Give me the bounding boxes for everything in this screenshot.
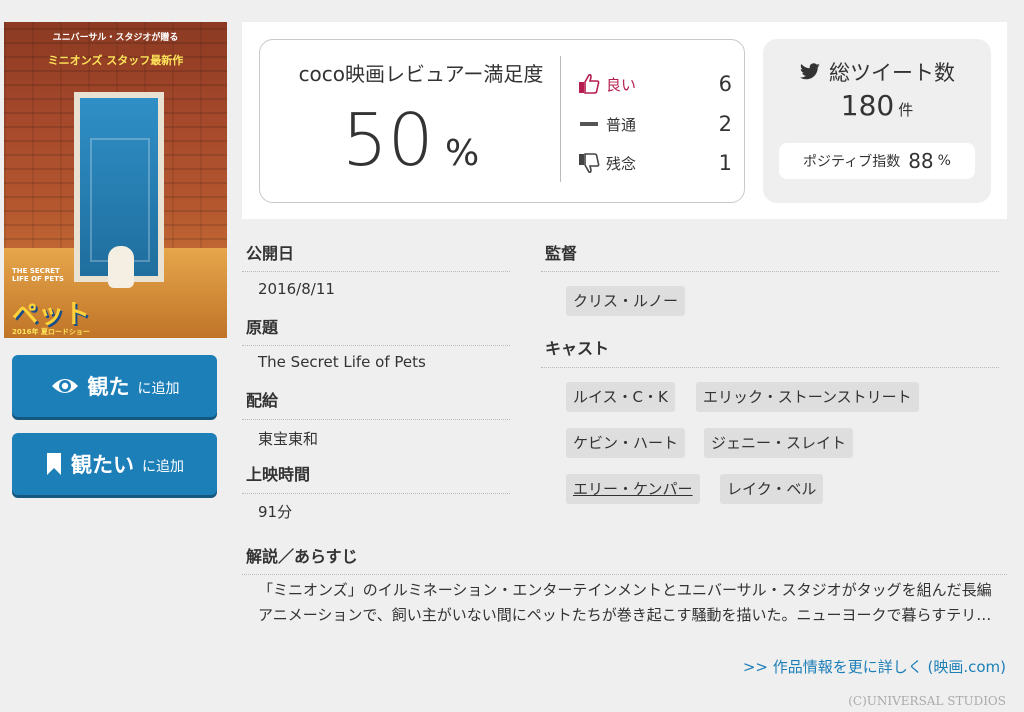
cast-name: ケビン・ハート [573,434,679,452]
add-watched-sub: に追加 [137,381,180,397]
satisfaction-percent: % [445,133,480,174]
vote-normal-count: 2 [718,112,732,136]
divider [242,419,510,420]
original-title-label: 原題 [246,318,279,337]
more-info-link[interactable]: >> 作品情報を更に詳しく (映画.com) [743,656,1006,677]
cast-tag[interactable]: エリック・ストーンストリート [696,382,919,412]
eye-icon [51,379,78,393]
original-title-value: The Secret Life of Pets [258,353,426,371]
director-name: クリス・ルノー [573,292,679,310]
cast-name: レイク・ベル [727,480,817,498]
cast-name: エリー・ケンパー [573,480,693,498]
director-label: 監督 [545,244,578,263]
rating-panel: coco映画レビュアー満足度 50 % 良い 6 普通 2 残念 1 総ツイート… [242,22,1007,219]
vote-normal-label: 普通 [606,115,637,134]
cast-tag[interactable]: ジェニー・スレイト [704,428,854,458]
synopsis-text: 「ミニオンズ」のイルミネーション・エンターテインメントとユニバーサル・スタジオが… [258,581,992,624]
positive-value: 88 [908,149,934,173]
satisfaction-value: 50 [342,98,434,182]
divider [242,345,510,346]
twitter-bird-icon [800,63,820,80]
cast-label: キャスト [545,339,610,358]
add-watched-button[interactable]: 観た に追加 [12,355,217,417]
positive-label: ポジティブ指数 [803,154,901,170]
add-want-label: 観たい [71,453,134,477]
thumbs-down-icon [578,153,600,173]
poster-tagline: ユニバーサル・スタジオが贈る [52,33,179,43]
divider [541,367,999,368]
poster-dog [108,246,134,288]
tweet-title-row: 総ツイート数 [763,57,991,87]
distributor-label: 配給 [246,391,279,410]
satisfaction-divider [560,56,561,182]
tweet-box: 総ツイート数 180 件 ポジティブ指数 88 % [763,39,991,203]
cast-tag[interactable]: レイク・ベル [720,474,824,504]
divider [541,271,999,272]
cast-name: エリック・ストーンストリート [703,388,912,406]
tweet-title: 総ツイート数 [829,61,955,85]
bookmark-icon [47,453,61,475]
thumbs-up-icon [578,74,600,94]
runtime-value: 91分 [258,503,293,521]
cast-tag[interactable]: エリー・ケンパー [566,474,700,504]
satisfaction-title: coco映画レビュアー満足度 [298,62,544,86]
divider [242,493,510,494]
vote-bad-count: 1 [718,151,732,175]
positive-index: ポジティブ指数 88 % [779,143,975,179]
positive-unit: % [937,153,951,169]
tweet-count-unit: 件 [898,101,914,119]
vote-bad-label: 残念 [606,154,637,173]
divider [242,574,1007,575]
distributor-value: 東宝東和 [258,430,319,448]
vote-good-label: 良い [606,75,637,94]
vote-bad: 残念 1 [578,149,738,177]
cast-tag[interactable]: ケビン・ハート [566,428,686,458]
add-want-button[interactable]: 観たい に追加 [12,433,217,495]
cast-name: ルイス・C・K [573,388,668,406]
runtime-label: 上映時間 [246,465,311,484]
release-date-value: 2016/8/11 [258,280,335,298]
cast-tag[interactable]: ルイス・C・K [566,382,675,412]
release-date-label: 公開日 [246,244,295,263]
dash-icon [578,114,600,134]
add-want-sub: に追加 [142,459,184,475]
satisfaction-box: coco映画レビュアー満足度 50 % 良い 6 普通 2 残念 1 [259,39,745,203]
tweet-count-number: 180 [840,89,895,122]
vote-normal: 普通 2 [578,110,738,138]
vote-good-count: 6 [718,72,732,96]
synopsis-label: 解説／あらすじ [246,547,358,566]
divider [242,271,510,272]
add-watched-label: 観た [87,375,130,399]
poster-title-jp: ペット [12,300,91,330]
tweet-count: 180 件 [763,89,991,122]
poster-subtitle: ミニオンズ スタッフ最新作 [47,54,184,67]
copyright: (C)UNIVERSAL STUDIOS [848,694,1006,708]
poster-title-en: THE SECRET LIFE OF PETS [12,267,64,283]
vote-good: 良い 6 [578,70,738,98]
cast-name: ジェニー・スレイト [711,434,847,452]
movie-poster: ユニバーサル・スタジオが贈る ミニオンズ スタッフ最新作 THE SECRET … [4,22,227,338]
director-tag[interactable]: クリス・ルノー [566,286,686,316]
poster-date: 2016年 夏ロードショー [12,328,90,336]
